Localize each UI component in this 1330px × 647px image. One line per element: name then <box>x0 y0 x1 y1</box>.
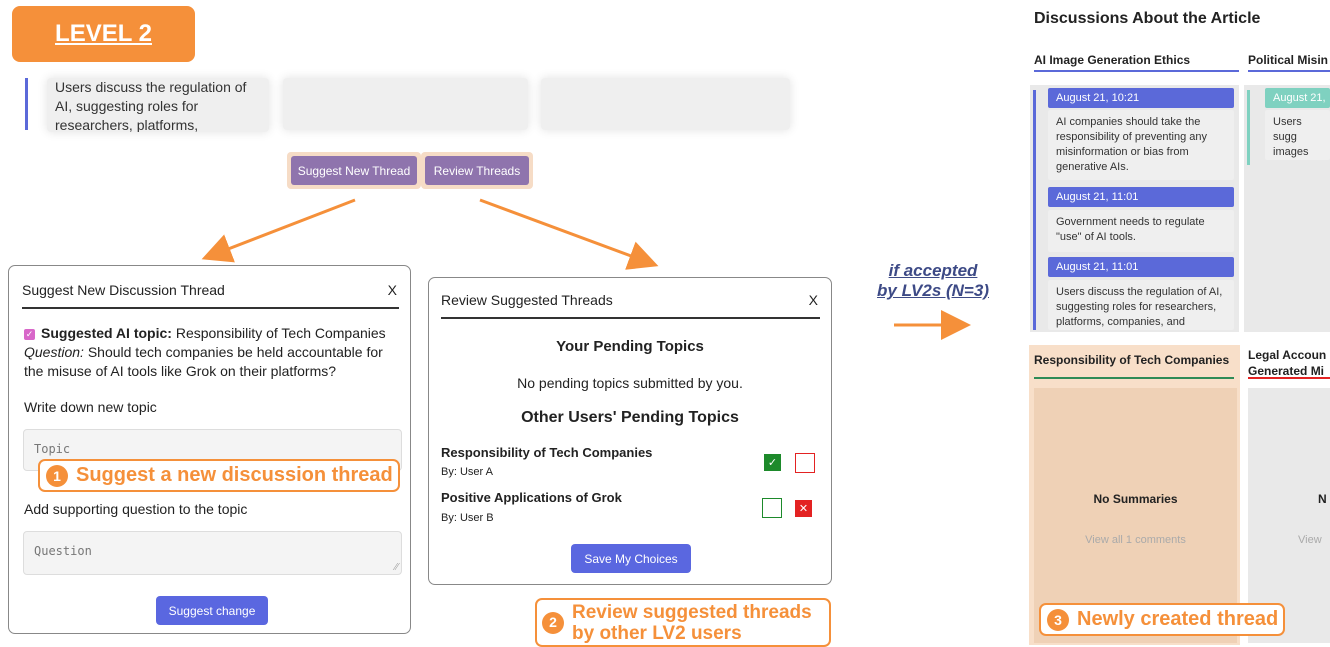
column-underline <box>1034 70 1239 72</box>
accept-checkbox[interactable] <box>762 498 782 518</box>
no-summaries-text: N <box>1318 492 1327 506</box>
callout-review: 2 Review suggested threads by other LV2 … <box>535 598 831 647</box>
column-heading: Legal Accoun Generated Mi <box>1248 347 1330 379</box>
callout-line: Review suggested threads <box>572 601 812 623</box>
pending-heading: Your Pending Topics <box>556 338 704 355</box>
thread-accent-bar <box>1033 90 1036 330</box>
callout-text: Suggest a new discussion thread <box>76 464 393 486</box>
callout-line: by other LV2 users <box>572 622 742 644</box>
save-choices-button[interactable]: Save My Choices <box>571 544 691 573</box>
callout-new-thread: 3 Newly created thread <box>1039 603 1285 636</box>
thread-topic: Positive Applications of Grok <box>441 490 622 505</box>
message-text[interactable]: Government needs to regulate "use" of AI… <box>1048 210 1234 252</box>
thread-accent-bar <box>1247 90 1250 165</box>
note-line: if accepted <box>888 261 978 280</box>
reject-checkbox[interactable] <box>795 453 815 473</box>
checkbox[interactable]: ✓ <box>24 329 35 340</box>
step-number: 1 <box>46 464 68 487</box>
column-underline <box>1034 377 1234 379</box>
arrow-to-suggest <box>201 198 356 263</box>
write-topic-label: Write down new topic <box>24 399 157 415</box>
review-threads-modal: Review Suggested Threads X Your Pending … <box>428 277 832 585</box>
column-heading: Political Misin <box>1248 53 1329 67</box>
message-text[interactable]: Users discuss the regulation of AI, sugg… <box>1048 280 1234 330</box>
divider <box>441 317 820 319</box>
callout-suggest: 1 Suggest a new discussion thread <box>38 459 400 492</box>
heading-line: Generated Mi <box>1248 364 1325 378</box>
message-text[interactable]: Users sugg images wh about bypa <box>1265 110 1330 160</box>
column-heading: AI Image Generation Ethics <box>1034 53 1191 67</box>
step-number: 2 <box>542 611 564 634</box>
close-icon[interactable]: X <box>809 292 818 308</box>
no-summaries-text: No Summaries <box>1093 492 1178 506</box>
pending-empty-text: No pending topics submitted by you. <box>517 375 743 391</box>
modal-title: Suggest New Discussion Thread <box>22 282 225 298</box>
thread-author: By: User B <box>441 512 494 524</box>
arrow-to-review <box>479 198 659 270</box>
note-line: by LV2s (N=3) <box>877 281 989 300</box>
thread-author: By: User A <box>441 466 493 478</box>
message-date: August 21, 10:21 <box>1048 88 1234 108</box>
close-icon[interactable]: X <box>388 282 397 298</box>
question-placeholder: Question <box>34 544 92 558</box>
step-number: 3 <box>1047 608 1069 631</box>
callout-text: Newly created thread <box>1077 608 1279 630</box>
column-underline <box>1248 70 1330 72</box>
supporting-question-label: Add supporting question to the topic <box>24 501 248 517</box>
message-text[interactable]: AI companies should take the responsibil… <box>1048 110 1234 180</box>
suggest-thread-modal: Suggest New Discussion Thread X ✓ Suggest… <box>8 265 411 634</box>
message-date: August 21, 11:01 <box>1048 257 1234 277</box>
accept-checkbox[interactable]: ✓ <box>764 454 781 471</box>
question-label: Question: <box>24 344 84 360</box>
message-date: August 21, <box>1265 88 1330 108</box>
heading-line: Legal Accoun <box>1248 348 1327 362</box>
column-heading: Responsibility of Tech Companies <box>1034 353 1230 367</box>
column-underline <box>1248 377 1330 379</box>
divider <box>22 307 399 309</box>
thread-topic: Responsibility of Tech Companies <box>441 445 653 460</box>
topic-value: Responsibility of Tech Companies <box>175 325 386 341</box>
modal-title: Review Suggested Threads <box>441 292 613 308</box>
callout-text: Review suggested threads by other LV2 us… <box>572 602 812 644</box>
resize-handle-icon[interactable]: ⁄⁄ <box>395 562 398 573</box>
suggested-topic-block: ✓ Suggested AI topic: Responsibility of T… <box>24 324 406 381</box>
others-heading: Other Users' Pending Topics <box>521 409 739 426</box>
discussions-title: Discussions About the Article <box>1034 10 1261 27</box>
reject-checkbox[interactable]: ✕ <box>795 500 812 517</box>
view-all-comments-link[interactable]: View <box>1298 534 1322 546</box>
accepted-note: if accepted by LV2s (N=3) <box>866 261 1000 301</box>
view-all-comments-link[interactable]: View all 1 comments <box>1034 534 1237 546</box>
question-input[interactable]: Question ⁄⁄ <box>23 531 402 575</box>
topic-label: Suggested AI topic: <box>41 325 172 341</box>
suggest-change-button[interactable]: Suggest change <box>156 596 268 625</box>
message-date: August 21, 11:01 <box>1048 187 1234 207</box>
